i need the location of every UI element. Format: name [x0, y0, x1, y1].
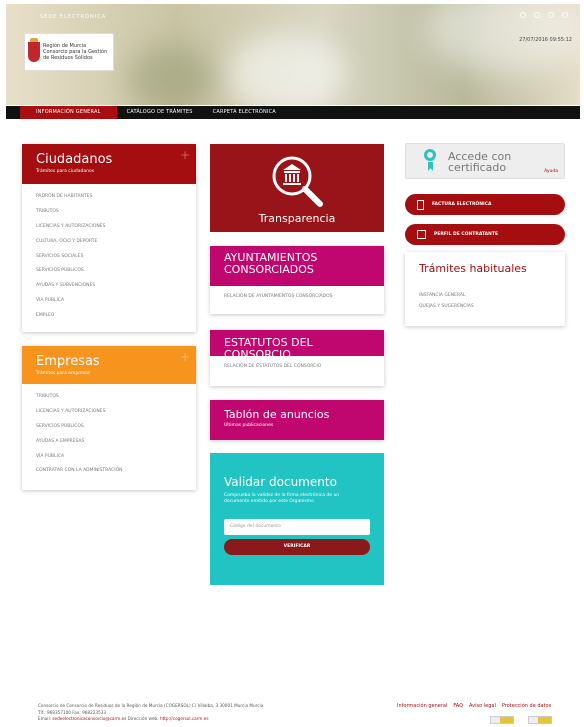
list-item[interactable]: AYUDAS Y SUBVENCIONES [36, 279, 182, 294]
empresas-subtitle: Trámites para empresas [36, 371, 91, 376]
ayuntamientos-card: AYUNTAMIENTOS CONSORCIADOS RELACIÓN DE A… [210, 246, 384, 314]
current-datetime: 27/07/2016 09:55:12 [519, 37, 572, 43]
nav-informacion-general[interactable]: INFORMACIÓN GENERAL [20, 106, 117, 119]
estatutos-card: ESTATUTOS DEL CONSORCIO RELACIÓN DE ESTA… [210, 330, 384, 386]
ayuntamientos-link[interactable]: RELACIÓN DE AYUNTAMIENTOS CONSORCIADOS [210, 286, 384, 307]
list-item[interactable]: EMPLEO [36, 309, 182, 324]
list-item[interactable]: QUEJAS Y SUGERENCIAS [419, 304, 551, 309]
empresas-title: Empresas [36, 354, 100, 369]
ayuntamientos-title: AYUNTAMIENTOS CONSORCIADOS [224, 251, 318, 276]
perfil-contratante-button[interactable]: PERFIL DE CONTRATANTE [405, 224, 565, 245]
footer-link-proteccion[interactable]: Protección de datos [502, 703, 551, 709]
footer-link-faq[interactable]: FAQ [453, 703, 463, 709]
list-item[interactable]: PADRÓN DE HABITANTES [36, 190, 182, 205]
perfil-contratante-label: PERFIL DE CONTRATANTE [434, 232, 499, 237]
footer-contact: Email: sedeelectronicaconsorcio@carm.es … [38, 716, 263, 723]
w3c-badge-icon[interactable] [528, 716, 552, 724]
org-logo[interactable]: Región de Murcia Consorcio para la Gesti… [24, 33, 114, 71]
list-item[interactable]: INSTANCIA GENERAL [419, 293, 551, 298]
certificate-ribbon-icon [424, 149, 436, 161]
factura-electronica-label: FACTURA ELECTRÓNICA [432, 202, 492, 207]
ciudadanos-list: PADRÓN DE HABITANTES TRIBUTOS LICENCIAS … [22, 184, 196, 330]
briefcase-icon [417, 230, 426, 239]
list-item[interactable]: VÍA PÚBLICA [36, 450, 182, 465]
list-item[interactable]: TRIBUTOS [36, 390, 182, 405]
web-link[interactable]: http://cogersol.carm.es [160, 716, 209, 721]
certificado-label: Accede con certificado [448, 151, 511, 173]
footer-address: Consorcio de Consorcio de Residuos de la… [38, 703, 263, 723]
plus-icon: + [179, 350, 190, 364]
sede-label: SEDE ELECTRÓNICA [40, 14, 107, 20]
site-header: SEDE ELECTRÓNICA Región de Murcia Consor… [6, 4, 580, 105]
tramites-habituales-card: Trámites habituales INSTANCIA GENERAL QU… [405, 252, 565, 326]
ciudadanos-title: Ciudadanos [36, 152, 113, 167]
list-item[interactable]: AYUDAS A EMPRESAS [36, 435, 182, 450]
list-item[interactable]: CULTURA, OCIO Y DEPORTE [36, 235, 182, 250]
verificar-button[interactable]: VERIFICAR [224, 539, 370, 555]
tablon-tile[interactable]: Tablón de anuncios Últimas publicaciones [210, 400, 384, 440]
validation-badges [490, 716, 552, 724]
header-background-blur [226, 34, 346, 105]
site-footer: Consorcio de Consorcio de Residuos de la… [0, 700, 584, 727]
ciudadanos-card: Ciudadanos Trámites para ciudadanos + PA… [22, 144, 196, 332]
transparencia-label: Transparencia [258, 212, 336, 225]
certificado-access[interactable]: Accede con certificado Ayuda [405, 143, 565, 179]
validar-documento-panel: Validar documento Comprueba la validez d… [210, 453, 384, 585]
main-nav: INFORMACIÓN GENERAL CATÁLOGO DE TRÁMITES… [6, 106, 580, 119]
nav-carpeta-electronica[interactable]: CARPETA ELECTRÓNICA [203, 106, 286, 119]
nav-catalogo-tramites[interactable]: CATÁLOGO DE TRÁMITES [117, 106, 203, 119]
factura-electronica-button[interactable]: FACTURA ELECTRÓNICA [405, 194, 565, 215]
list-item[interactable]: SERVICIOS SOCIALES [36, 250, 182, 265]
estatutos-header[interactable]: ESTATUTOS DEL CONSORCIO [210, 330, 384, 361]
document-icon [417, 199, 424, 210]
org-name: Región de Murcia Consorcio para la Gesti… [43, 43, 107, 61]
list-item[interactable]: TRIBUTOS [36, 205, 182, 220]
empresas-list: TRIBUTOS LICENCIAS Y AUTORIZACIONES SERV… [22, 384, 196, 485]
help-icon[interactable] [548, 12, 554, 18]
accessibility-icon[interactable] [520, 12, 526, 18]
w3c-badge-icon[interactable] [490, 716, 514, 724]
list-item[interactable]: CONTRATAR CON LA ADMINISTRACIÓN [36, 464, 182, 479]
header-utility-icons [520, 12, 568, 18]
coat-of-arms-icon [28, 38, 40, 62]
tramites-title: Trámites habituales [419, 262, 527, 275]
info-icon[interactable] [534, 12, 540, 18]
list-item[interactable]: LICENCIAS Y AUTORIZACIONES [36, 220, 182, 235]
email-label: Email: [38, 716, 52, 721]
language-icon[interactable] [562, 12, 568, 18]
estatutos-title: ESTATUTOS DEL CONSORCIO [224, 336, 313, 361]
ciudadanos-header[interactable]: Ciudadanos Trámites para ciudadanos + [22, 144, 196, 184]
org-name-line: de Residuos Sólidos [43, 55, 93, 61]
search-building-icon [272, 156, 323, 207]
transparencia-tile[interactable]: Transparencia [210, 144, 384, 232]
list-item[interactable]: SERVICIOS PÚBLICOS [36, 264, 182, 279]
empresas-header[interactable]: Empresas Trámites para empresas + [22, 346, 196, 384]
list-item[interactable]: VÍA PÚBLICA [36, 294, 182, 309]
empresas-card: Empresas Trámites para empresas + TRIBUT… [22, 346, 196, 490]
ciudadanos-subtitle: Trámites para ciudadanos [36, 169, 95, 174]
email-link[interactable]: sedeelectronicaconsorcio@carm.es [52, 716, 126, 721]
ayuntamientos-header[interactable]: AYUNTAMIENTOS CONSORCIADOS [210, 246, 384, 286]
list-item[interactable]: SERVICIOS PÚBLICOS [36, 420, 182, 435]
list-item[interactable]: LICENCIAS Y AUTORIZACIONES [36, 405, 182, 420]
footer-links: Información general FAQ Aviso legal Prot… [397, 703, 551, 709]
validar-description: Comprueba la validez de la firma electró… [224, 493, 340, 504]
tablon-subtitle: Últimas publicaciones [224, 423, 274, 428]
header-background-blur [126, 44, 216, 105]
tablon-title: Tablón de anuncios [224, 408, 330, 421]
validar-title: Validar documento [224, 475, 337, 489]
footer-link-informacion[interactable]: Información general [397, 703, 447, 709]
footer-address-line: Consorcio de Consorcio de Residuos de la… [38, 703, 264, 708]
document-code-input[interactable]: Código del documento [224, 519, 370, 535]
web-label: Dirección web: [127, 716, 159, 721]
ayuda-link[interactable]: Ayuda [544, 169, 558, 174]
plus-icon: + [179, 148, 190, 162]
certificado-label-line: certificado [448, 161, 507, 174]
footer-link-aviso-legal[interactable]: Aviso legal [469, 703, 496, 709]
